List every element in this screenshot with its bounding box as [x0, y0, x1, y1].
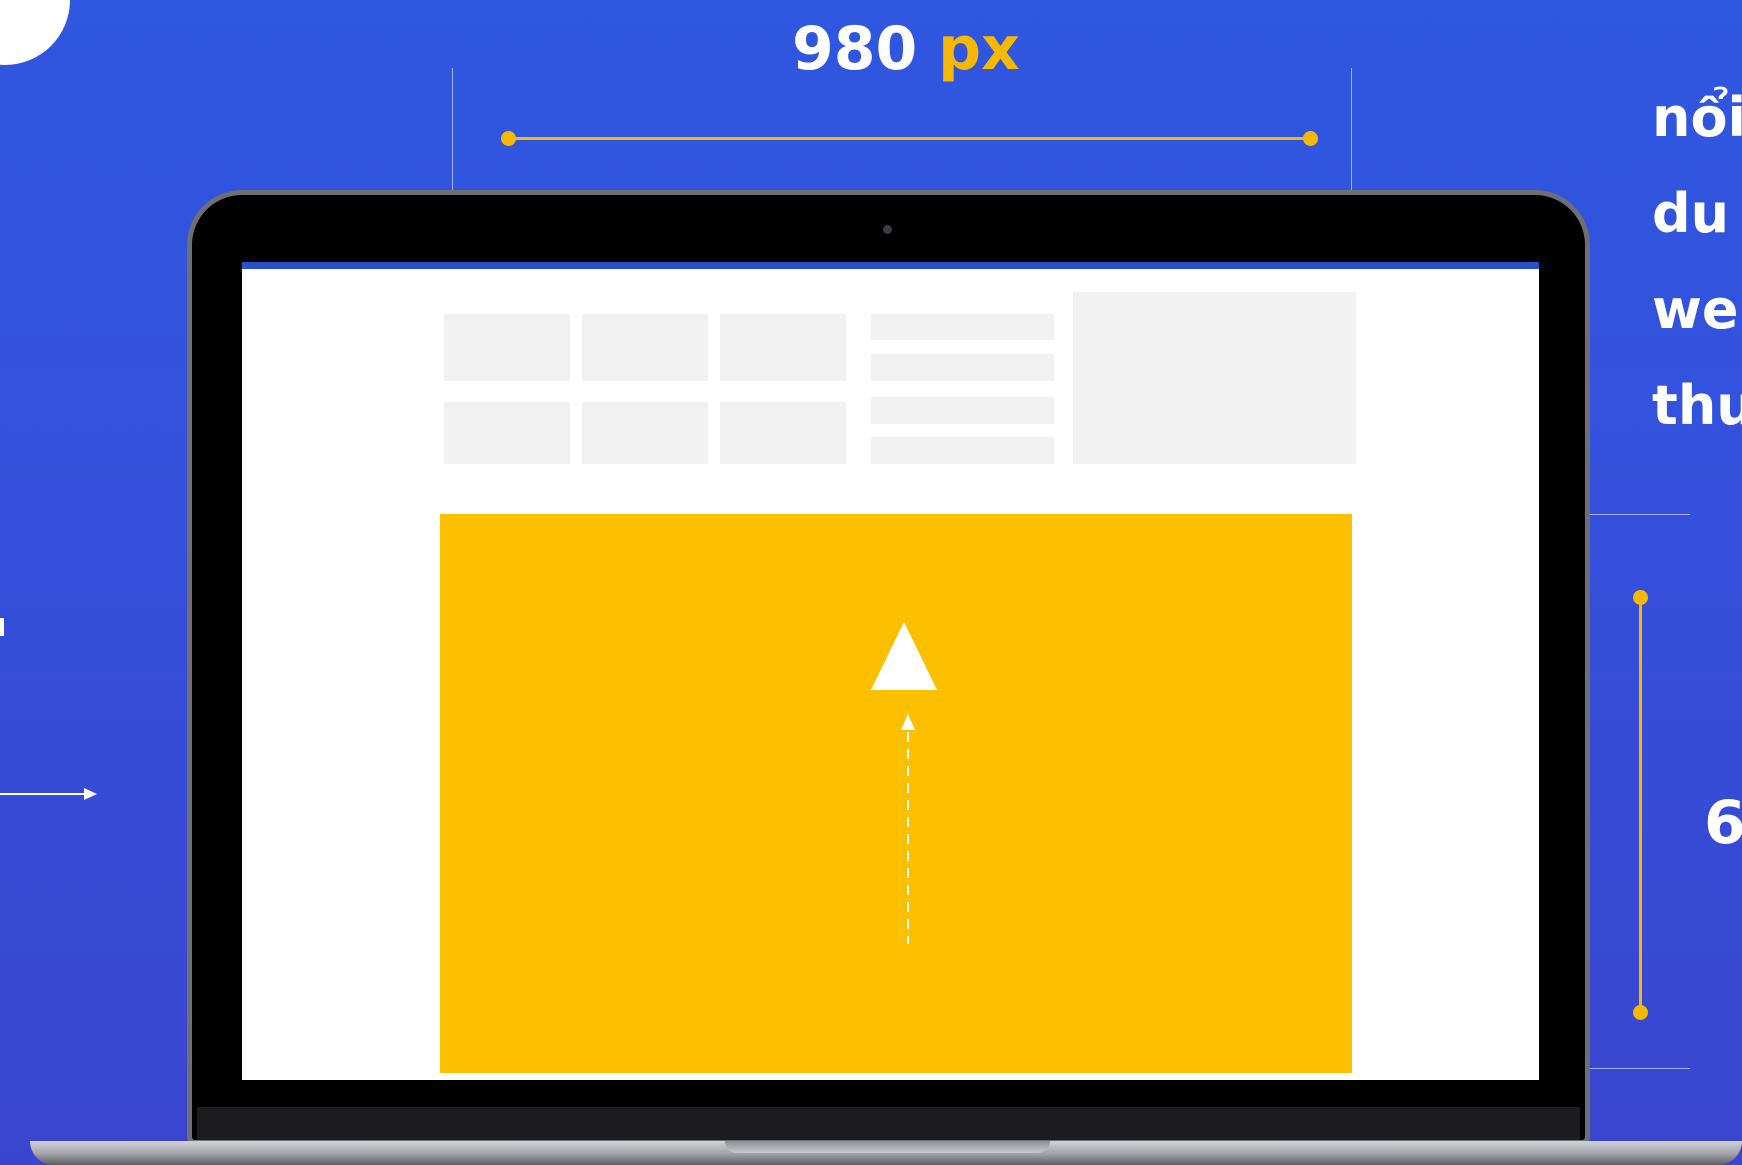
height-guide-top — [1590, 514, 1690, 515]
placeholder-bar — [871, 354, 1054, 381]
width-dimension-dot-right — [1303, 131, 1318, 146]
side-line-2: du — [1652, 182, 1730, 245]
placeholder-bar — [871, 314, 1054, 340]
screen-top-bar — [242, 262, 1539, 269]
banner-area — [440, 514, 1352, 1073]
dashed-arrow-up-icon — [901, 714, 915, 944]
placeholder-block — [1073, 292, 1356, 464]
laptop-screen — [242, 262, 1539, 1080]
side-line-3: we — [1652, 278, 1739, 341]
height-dimension-dot-bottom — [1633, 1005, 1648, 1020]
laptop-base-notch — [725, 1141, 1050, 1153]
width-dimension-unit: px — [938, 14, 1020, 84]
arrow-right-icon — [0, 788, 97, 800]
side-line-4: thu — [1652, 374, 1742, 437]
height-dimension-dot-top — [1633, 590, 1648, 605]
width-dimension-line — [510, 137, 1310, 140]
height-dimension-label: 6 — [1704, 788, 1742, 858]
width-dimension-label: 980 px — [792, 14, 1020, 84]
left-tick — [0, 618, 4, 636]
placeholder-tile — [444, 314, 570, 381]
decorative-circle — [0, 0, 70, 65]
placeholder-tile — [582, 314, 708, 381]
laptop-chin — [197, 1107, 1580, 1140]
placeholder-tile — [720, 402, 846, 464]
side-description: nổi du we thu — [1652, 70, 1742, 454]
width-dimension-value: 980 — [792, 14, 918, 84]
height-dimension-line — [1639, 597, 1642, 1012]
height-guide-bottom — [1590, 1068, 1690, 1069]
webcam — [883, 225, 892, 234]
placeholder-tile — [720, 314, 846, 381]
triangle-up-icon — [871, 622, 937, 690]
placeholder-bar — [871, 397, 1054, 424]
placeholder-tile — [444, 402, 570, 464]
placeholder-bar — [871, 437, 1054, 464]
placeholder-tile — [582, 402, 708, 464]
width-dimension-dot-left — [501, 131, 516, 146]
side-line-1: nổi — [1652, 86, 1742, 149]
